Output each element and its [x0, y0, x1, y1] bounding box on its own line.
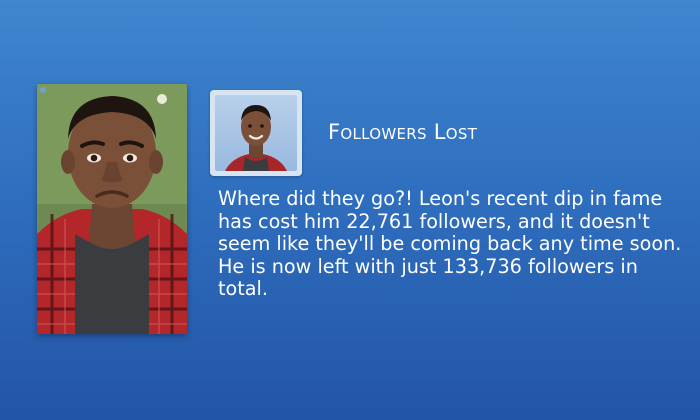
notification-message: Where did they go?! Leon's recent dip in… [218, 187, 682, 300]
sim-thumbnail-frame [210, 90, 302, 176]
notification-dialog: Followers Lost Where did they go?! Leon'… [0, 0, 700, 420]
smiling-sim-thumbnail-icon [215, 95, 297, 171]
notification-title: Followers Lost [328, 120, 478, 144]
sad-sim-portrait-icon [37, 84, 187, 334]
